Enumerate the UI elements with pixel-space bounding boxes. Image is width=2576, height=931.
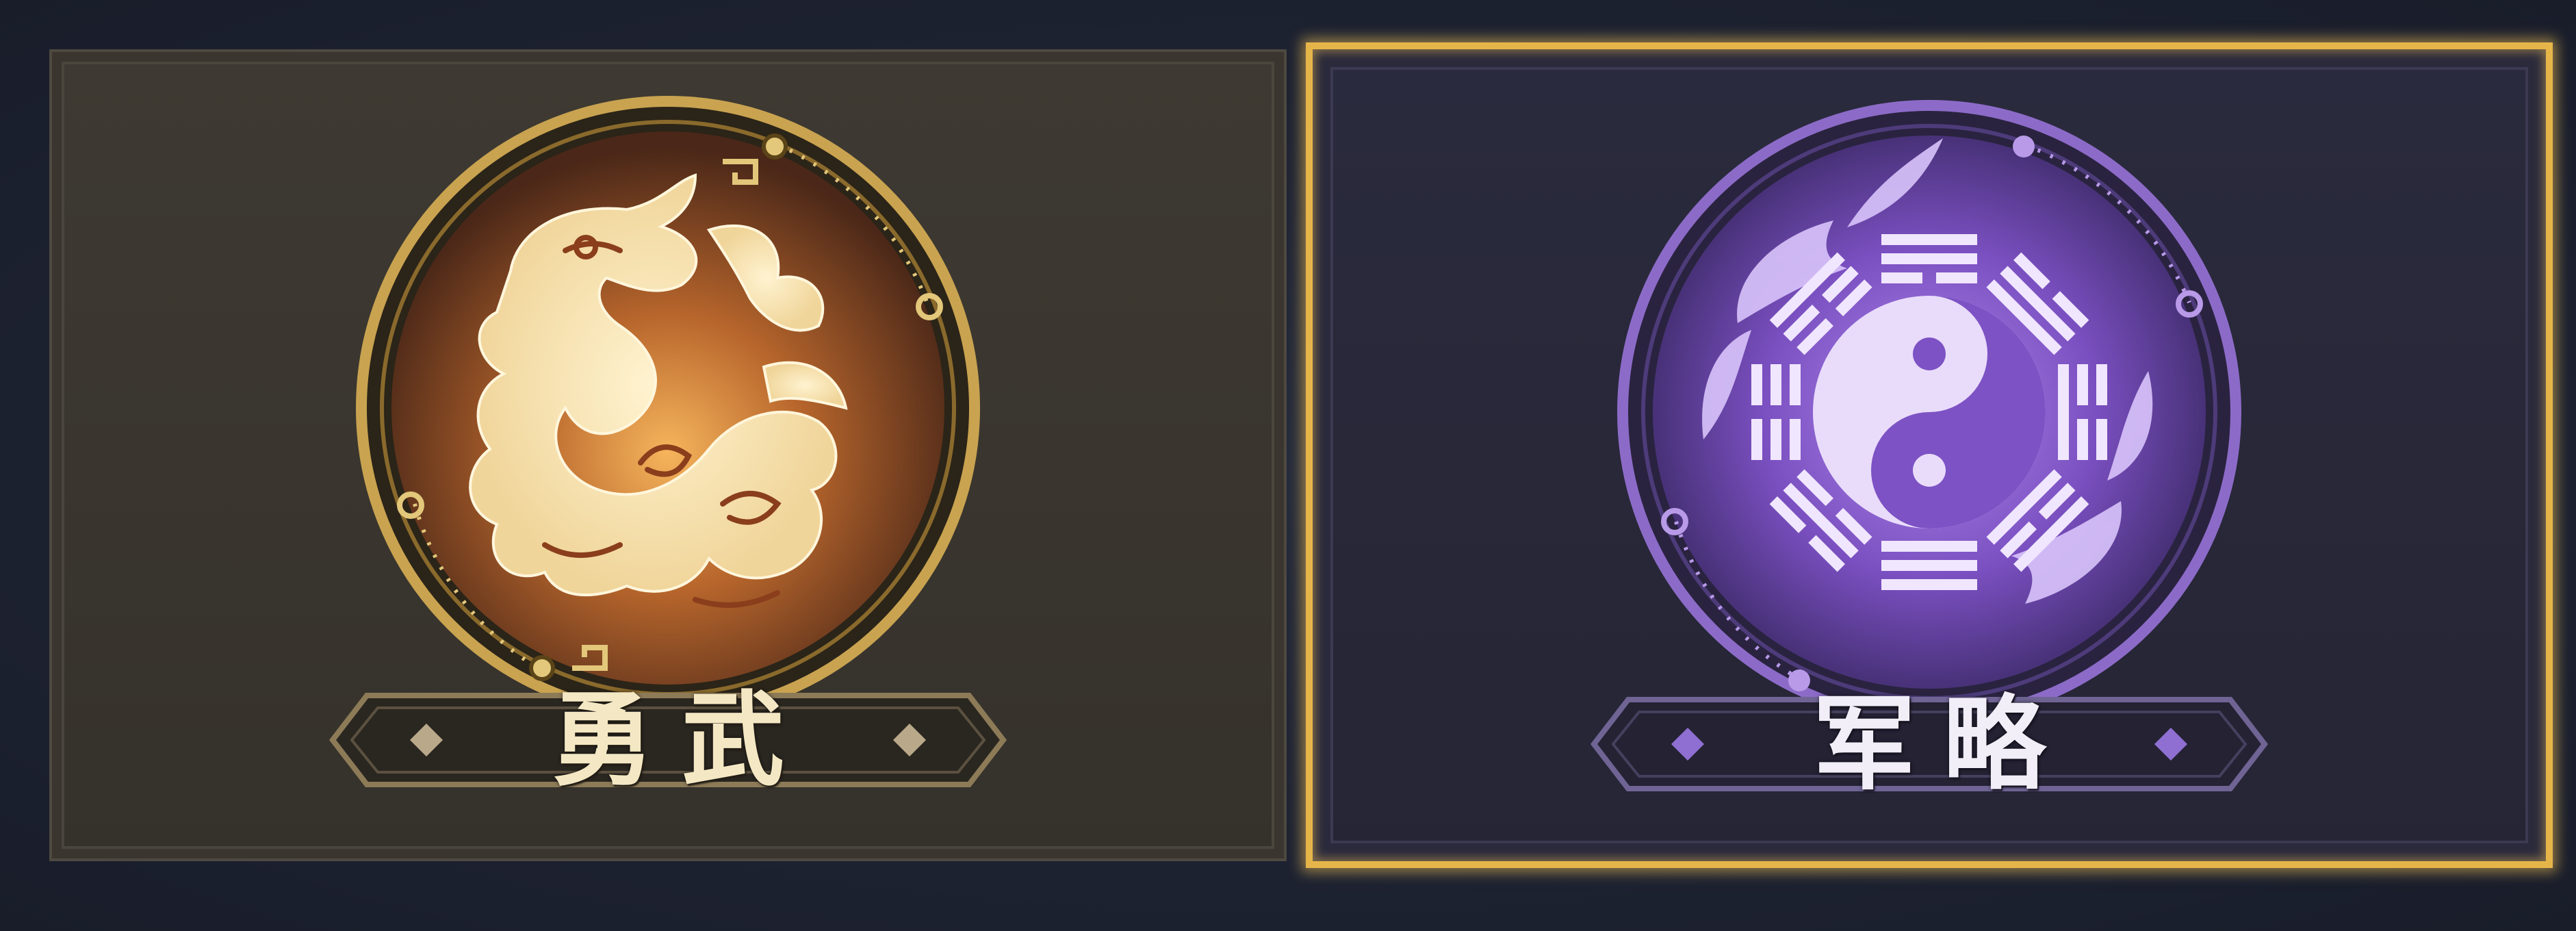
path-selection-screen: 勇武 军略 — [0, 0, 2576, 931]
card-valor[interactable]: 勇武 — [49, 49, 1287, 861]
name-plate-strategy: 军略 — [1573, 672, 2285, 816]
taiji-emblem — [1601, 84, 2258, 741]
card-label-valor: 勇武 — [551, 680, 812, 800]
taiji-bagua-icon — [1617, 100, 2241, 724]
card-strategy[interactable]: 军略 — [1306, 42, 2553, 868]
dragon-icon — [356, 96, 980, 720]
name-plate-valor: 勇武 — [312, 668, 1024, 812]
dragon-emblem — [339, 79, 996, 737]
card-label-strategy: 军略 — [1812, 684, 2073, 804]
